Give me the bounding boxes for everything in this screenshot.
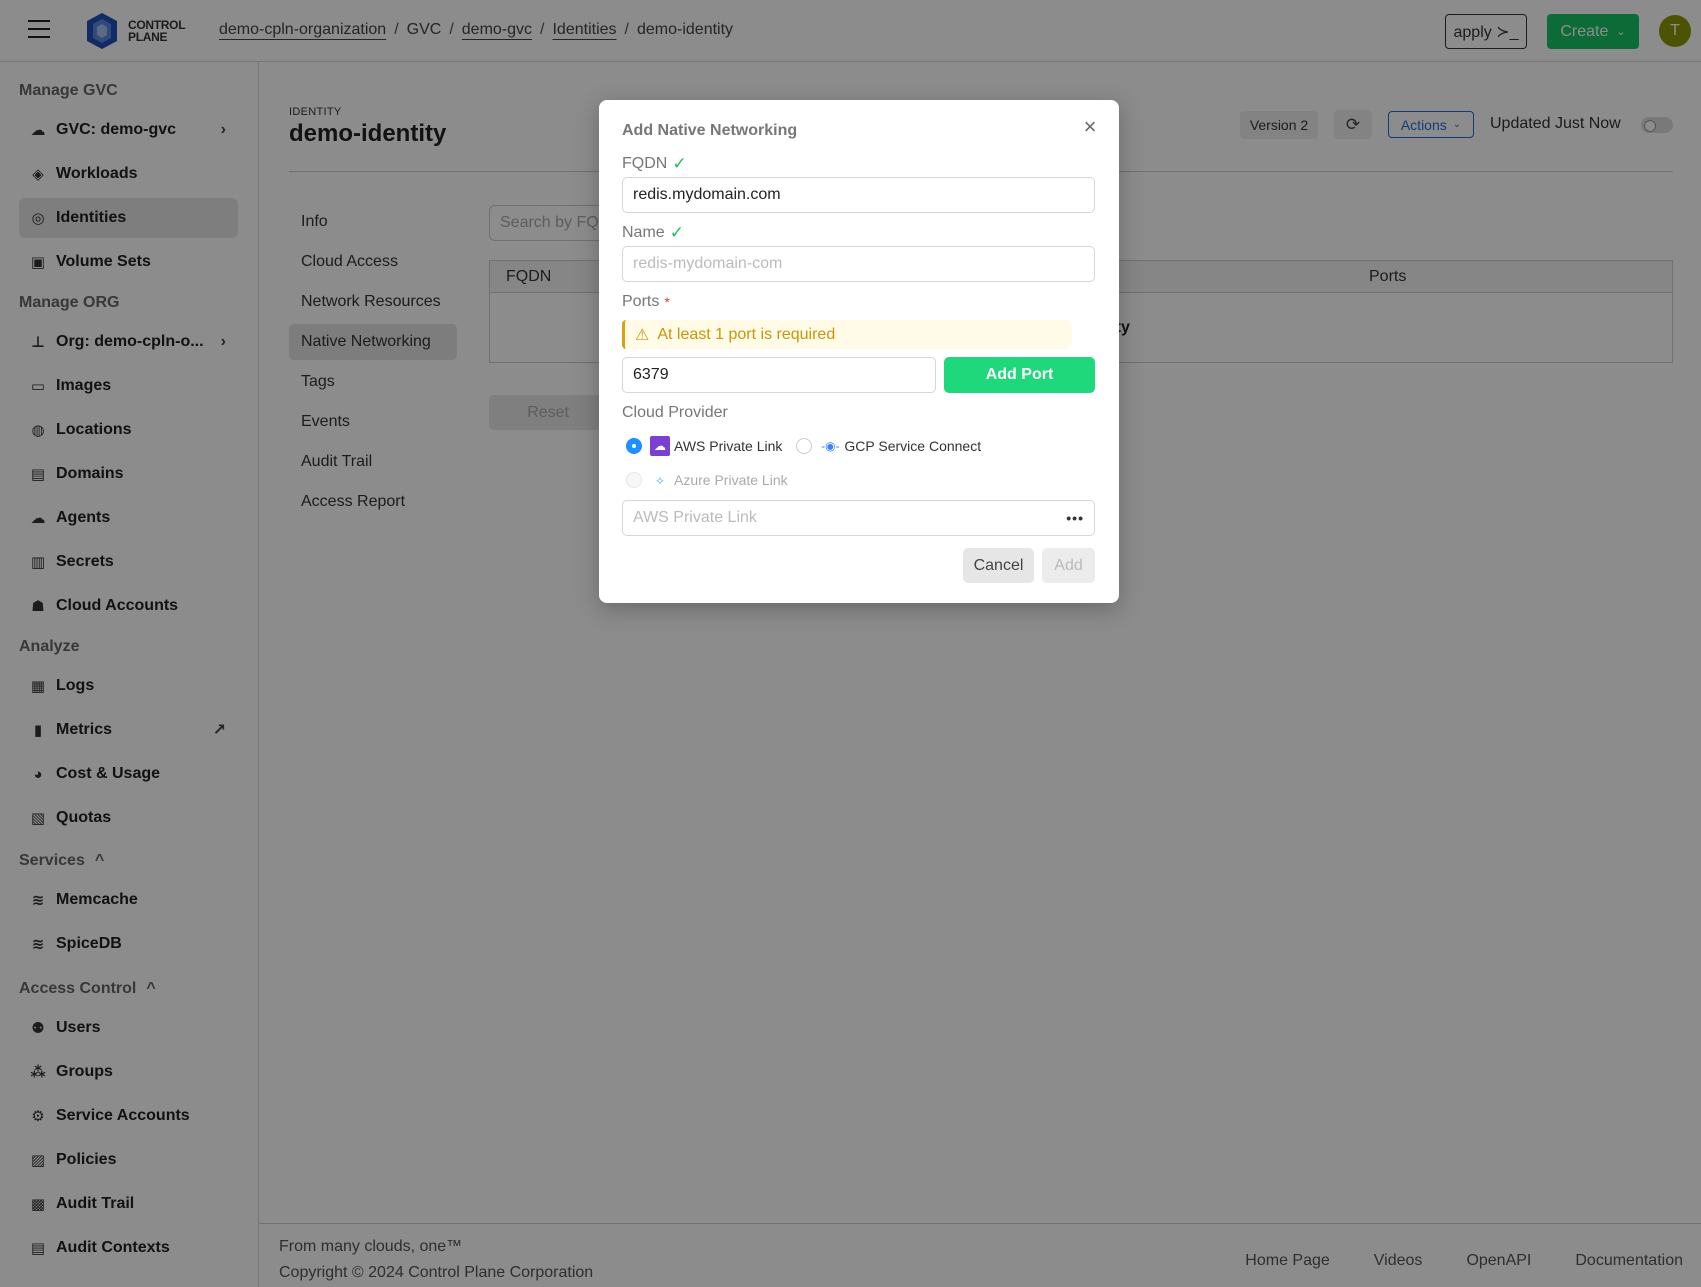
- provider-options-row-2: ⟡ Azure Private Link: [626, 470, 788, 490]
- close-icon[interactable]: ×: [1079, 116, 1101, 138]
- dialog-title: Add Native Networking: [622, 122, 798, 139]
- provider-options-row: ☁ AWS Private Link -◉- GCP Service Conne…: [626, 436, 981, 456]
- radio-aws-private-link[interactable]: [626, 438, 642, 454]
- more-options-icon[interactable]: •••: [1066, 510, 1084, 526]
- aws-private-link-label[interactable]: AWS Private Link: [674, 438, 782, 454]
- check-icon: ✓: [672, 154, 687, 173]
- add-native-networking-dialog: Add Native Networking × FQDN ✓ Name ✓ Po…: [599, 100, 1119, 603]
- fqdn-label: FQDN ✓: [622, 154, 687, 173]
- private-link-input[interactable]: AWS Private Link •••: [622, 500, 1095, 536]
- add-button: Add: [1042, 548, 1095, 583]
- radio-azure-private-link: [626, 472, 642, 488]
- aws-private-link-icon: ☁: [650, 436, 670, 456]
- azure-private-link-icon: ⟡: [656, 472, 664, 487]
- check-icon: ✓: [669, 223, 684, 242]
- gcp-service-connect-icon: -◉-: [821, 439, 840, 453]
- ports-label: Ports *: [622, 293, 670, 310]
- add-port-button[interactable]: Add Port: [944, 357, 1095, 393]
- fqdn-input[interactable]: [622, 177, 1095, 213]
- warning-icon: ⚠: [635, 326, 650, 344]
- gcp-service-connect-label[interactable]: GCP Service Connect: [844, 438, 981, 454]
- ports-warning: ⚠ At least 1 port is required: [622, 320, 1072, 349]
- radio-gcp-service-connect[interactable]: [796, 438, 813, 454]
- required-marker: *: [664, 294, 670, 310]
- name-label: Name ✓: [622, 223, 684, 242]
- name-input[interactable]: [622, 246, 1095, 282]
- azure-private-link-label: Azure Private Link: [674, 472, 788, 488]
- cancel-button[interactable]: Cancel: [963, 548, 1034, 583]
- cloud-provider-label: Cloud Provider: [622, 404, 728, 421]
- port-input[interactable]: [622, 357, 936, 393]
